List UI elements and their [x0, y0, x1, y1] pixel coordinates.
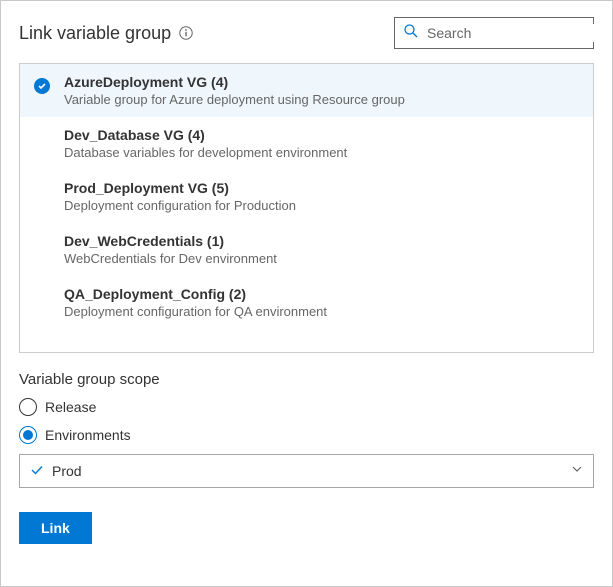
variable-group-title: QA_Deployment_Config (2)	[64, 286, 581, 302]
environment-select[interactable]: Prod	[19, 454, 594, 488]
variable-group-title: Dev_Database VG (4)	[64, 127, 581, 143]
panel-title: Link variable group	[19, 23, 171, 44]
panel-header: Link variable group	[19, 17, 594, 49]
variable-group-desc: WebCredentials for Dev environment	[64, 251, 581, 266]
variable-group-item[interactable]: Dev_WebCredentials (1) WebCredentials fo…	[20, 223, 593, 276]
variable-group-title: Prod_Deployment VG (5)	[64, 180, 581, 196]
variable-group-desc: Deployment configuration for QA environm…	[64, 304, 581, 319]
radio-label: Environments	[45, 427, 131, 443]
radio-icon	[19, 398, 37, 416]
search-input[interactable]	[425, 24, 610, 42]
link-button[interactable]: Link	[19, 512, 92, 544]
title-wrap: Link variable group	[19, 23, 193, 44]
variable-group-item[interactable]: QA_Deployment_Config (2) Deployment conf…	[20, 276, 593, 329]
variable-group-item[interactable]: Prod_Deployment VG (5) Deployment config…	[20, 170, 593, 223]
search-icon	[403, 23, 419, 44]
link-variable-group-panel: Link variable group AzureDeployment VG (…	[0, 0, 613, 587]
variable-group-desc: Deployment configuration for Production	[64, 198, 581, 213]
environment-select-value: Prod	[52, 463, 82, 479]
variable-group-item[interactable]: Dev_Database VG (4) Database variables f…	[20, 117, 593, 170]
radio-label: Release	[45, 399, 96, 415]
environment-select-value-wrap: Prod	[30, 463, 82, 480]
chevron-down-icon	[571, 462, 583, 480]
variable-group-item[interactable]: AzureDeployment VG (4) Variable group fo…	[20, 64, 593, 117]
variable-group-desc: Variable group for Azure deployment usin…	[64, 92, 581, 107]
variable-group-title: Dev_WebCredentials (1)	[64, 233, 581, 249]
variable-group-list[interactable]: AzureDeployment VG (4) Variable group fo…	[19, 63, 594, 353]
search-box[interactable]	[394, 17, 594, 49]
checkmark-icon	[30, 463, 44, 480]
check-icon	[34, 78, 50, 94]
scope-heading: Variable group scope	[19, 371, 594, 388]
radio-icon	[19, 426, 37, 444]
scope-radio-environments[interactable]: Environments	[19, 426, 594, 444]
scope-radio-release[interactable]: Release	[19, 398, 594, 416]
info-icon[interactable]	[179, 26, 193, 40]
variable-group-desc: Database variables for development envir…	[64, 145, 581, 160]
variable-group-title: AzureDeployment VG (4)	[64, 74, 581, 90]
